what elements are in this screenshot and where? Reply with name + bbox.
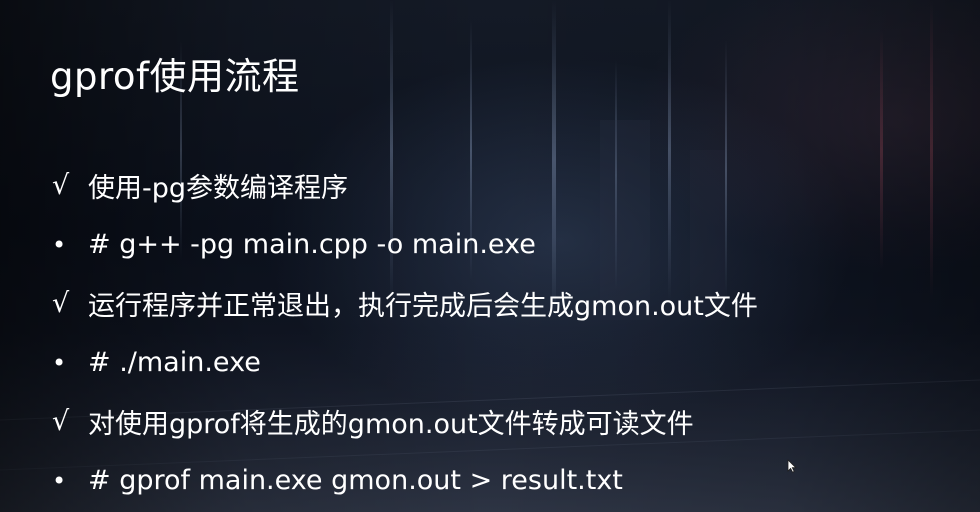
bullet-item: • # gprof main.exe gmon.out > result.txt: [52, 451, 758, 510]
bullet-item: √ 运行程序并正常退出，执行完成后会生成gmon.out文件: [52, 274, 758, 333]
check-mark-icon: √: [52, 170, 70, 201]
bullet-item: • # g++ -pg main.cpp -o main.exe: [52, 215, 758, 274]
bullet-dot-icon: •: [52, 230, 67, 259]
bullet-text: 使用-pg参数编译程序: [88, 173, 349, 204]
command-text: # g++ -pg main.cpp -o main.exe: [88, 229, 536, 260]
slide-title: gprof使用流程: [50, 55, 300, 98]
command-text: # ./main.exe: [88, 347, 261, 378]
bullet-item: √ 使用-pg参数编译程序: [52, 156, 758, 215]
check-mark-icon: √: [52, 406, 70, 437]
slide: gprof使用流程 √ 使用-pg参数编译程序 • # g++ -pg main…: [0, 0, 980, 512]
bullet-item: • # ./main.exe: [52, 333, 758, 392]
check-mark-icon: √: [52, 288, 70, 319]
bullet-text: 运行程序并正常退出，执行完成后会生成gmon.out文件: [88, 291, 758, 322]
mouse-pointer-icon: [787, 459, 797, 473]
bullet-list: √ 使用-pg参数编译程序 • # g++ -pg main.cpp -o ma…: [52, 156, 758, 510]
bullet-item: √ 对使用gprof将生成的gmon.out文件转成可读文件: [52, 392, 758, 451]
command-text: # gprof main.exe gmon.out > result.txt: [88, 465, 623, 496]
bullet-dot-icon: •: [52, 348, 67, 377]
bullet-dot-icon: •: [52, 466, 67, 495]
bullet-text: 对使用gprof将生成的gmon.out文件转成可读文件: [88, 409, 694, 440]
